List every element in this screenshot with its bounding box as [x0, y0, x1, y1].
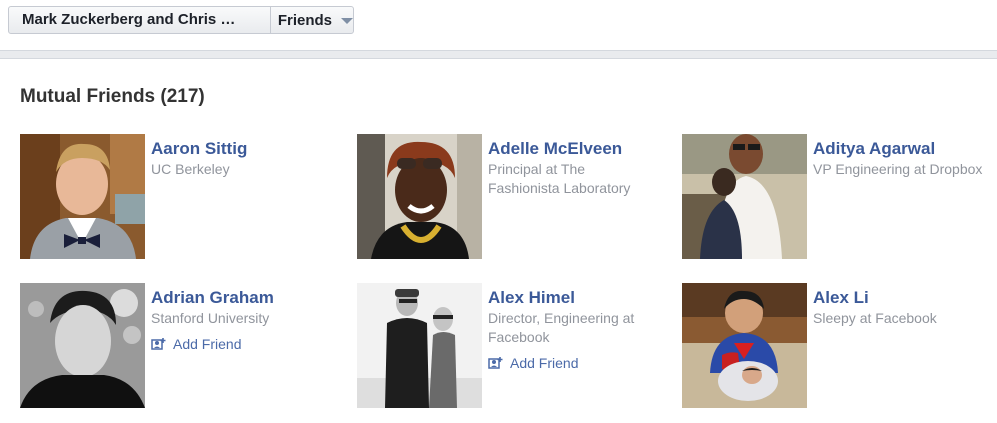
- section-divider: [0, 50, 997, 59]
- friend-name[interactable]: Alex Li: [813, 288, 997, 308]
- selector-name[interactable]: Mark Zuckerberg and Chris …: [9, 7, 271, 33]
- friend-name[interactable]: Adelle McElveen: [488, 139, 688, 159]
- add-friend-label: Add Friend: [510, 355, 579, 371]
- friend-name[interactable]: Alex Himel: [488, 288, 688, 308]
- add-friend-icon: [151, 338, 166, 350]
- add-friend-icon: [488, 357, 503, 369]
- friend-detail[interactable]: Principal at The Fashionista Laboratory: [488, 160, 688, 198]
- top-bar: Mark Zuckerberg and Chris … Friends: [0, 0, 997, 50]
- profile-photo[interactable]: [20, 283, 145, 408]
- dropdown-label: Friends: [277, 11, 332, 29]
- profile-photo[interactable]: [357, 134, 482, 259]
- profile-photo[interactable]: [357, 283, 482, 408]
- caret-down-icon: [341, 18, 353, 24]
- friend-name[interactable]: Aaron Sittig: [151, 139, 351, 159]
- add-friend-button[interactable]: Add Friend: [151, 336, 351, 352]
- friends-dropdown[interactable]: Friends: [271, 7, 353, 33]
- friend-detail[interactable]: Director, Engineering at Facebook: [488, 309, 688, 347]
- section-title: Mutual Friends (217): [20, 86, 205, 107]
- add-friend-label: Add Friend: [173, 336, 242, 352]
- profile-photo[interactable]: [20, 134, 145, 259]
- friend-detail[interactable]: UC Berkeley: [151, 160, 351, 179]
- profile-photo[interactable]: [682, 283, 807, 408]
- friend-name[interactable]: Aditya Agarwal: [813, 139, 997, 159]
- friend-detail[interactable]: VP Engineering at Dropbox: [813, 160, 997, 179]
- friends-selector[interactable]: Mark Zuckerberg and Chris … Friends: [8, 6, 354, 34]
- add-friend-button[interactable]: Add Friend: [488, 355, 688, 371]
- friend-detail[interactable]: Sleepy at Facebook: [813, 309, 997, 328]
- profile-photo[interactable]: [682, 134, 807, 259]
- friend-name[interactable]: Adrian Graham: [151, 288, 351, 308]
- friend-detail[interactable]: Stanford University: [151, 309, 351, 328]
